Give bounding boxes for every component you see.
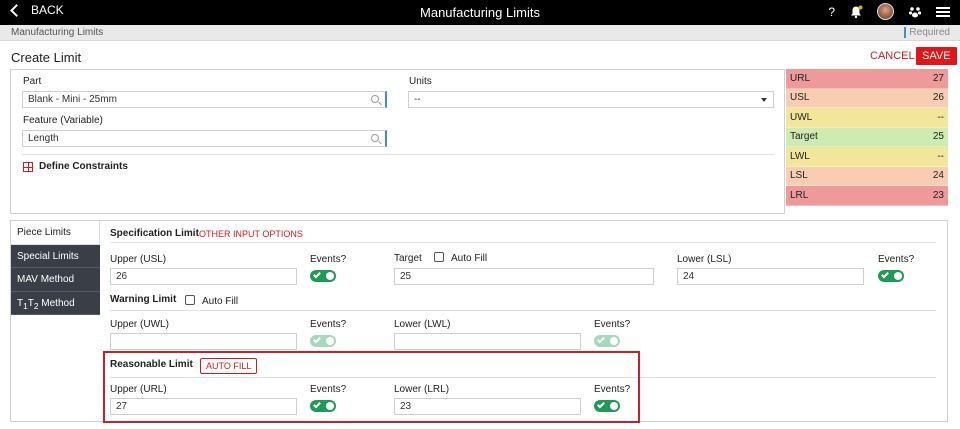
lwl-events-toggle[interactable] (594, 335, 620, 347)
limit-row-url: URL 27 (786, 69, 948, 89)
limit-value: 23 (932, 189, 944, 201)
feature-label: Feature (Variable) (23, 115, 103, 126)
search-icon[interactable] (371, 134, 379, 142)
check-icon (313, 335, 321, 344)
usl-label: Upper (USL) (110, 254, 167, 265)
limit-value: -- (937, 111, 944, 123)
limit-value: 24 (932, 170, 944, 182)
limit-value: 25 (932, 131, 944, 143)
side-item-piece-limits[interactable]: Piece Limits (11, 221, 100, 245)
breadcrumb-text: Manufacturing Limits (11, 27, 104, 38)
breadcrumb: Manufacturing Limits Required (0, 25, 960, 41)
help-icon[interactable]: ? (828, 5, 835, 19)
feature-input[interactable]: Length (22, 130, 387, 147)
target-auto-fill-checkbox[interactable] (434, 252, 444, 262)
lwl-events-label: Events? (594, 319, 631, 330)
limit-row-lwl: LWL -- (786, 147, 948, 167)
part-label: Part (23, 76, 42, 87)
units-value: -- (414, 94, 421, 105)
uwl-events-toggle[interactable] (310, 335, 336, 347)
side-item-special-limits[interactable]: Special Limits (11, 244, 100, 268)
menu-icon[interactable] (936, 6, 950, 17)
limit-value: 26 (932, 92, 944, 104)
other-input-options-link[interactable]: OTHER INPUT OPTIONS (199, 229, 303, 239)
warning-auto-fill-label: Auto Fill (202, 296, 239, 307)
lsl-events-toggle[interactable] (878, 270, 904, 282)
part-value: Blank - Mini - 25mm (28, 94, 117, 105)
chevron-down-icon (761, 98, 767, 102)
target-input[interactable]: 25 (394, 268, 654, 285)
lsl-label: Lower (LSL) (677, 254, 732, 265)
check-icon (881, 270, 889, 279)
warning-auto-fill-checkbox[interactable] (185, 295, 195, 305)
lsl-input[interactable]: 24 (677, 268, 864, 285)
limit-name: UWL (790, 111, 813, 123)
top-icons: ? (828, 3, 950, 20)
limit-name: LSL (790, 170, 808, 182)
save-button[interactable]: SAVE (916, 47, 957, 65)
spec-limit-title: Specification Limit (110, 228, 199, 239)
create-header: Create Limit CANCEL SAVE (0, 42, 960, 68)
limit-row-lsl: LSL 24 (786, 166, 948, 186)
units-select[interactable]: -- (408, 91, 774, 108)
limit-name: LWL (790, 150, 810, 162)
limit-name: URL (790, 72, 811, 84)
bell-icon[interactable] (849, 5, 863, 19)
divider (22, 154, 774, 155)
uwl-input[interactable] (110, 333, 297, 350)
limit-definition-panel: Part Blank - Mini - 25mm Units -- Featur… (10, 69, 785, 214)
cancel-button[interactable]: CANCEL (870, 50, 915, 62)
check-icon (597, 335, 605, 344)
target-auto-fill-label: Auto Fill (451, 253, 488, 264)
lsl-events-label: Events? (878, 254, 915, 265)
define-constraints[interactable]: Define Constraints (23, 161, 128, 172)
target-label: Target (394, 253, 422, 264)
page-title: Create Limit (11, 50, 82, 65)
limit-row-uwl: UWL -- (786, 108, 948, 128)
top-bar: BACK Manufacturing Limits ? (0, 0, 960, 25)
search-icon[interactable] (371, 95, 379, 103)
highlight-box (103, 351, 640, 423)
app-title: Manufacturing Limits (420, 5, 540, 20)
limits-summary: URL 27 USL 26 UWL -- Target 25 LWL -- LSL 24 LRL 23 (786, 69, 948, 206)
avatar[interactable] (877, 3, 894, 20)
side-menu: Piece Limits Special Limits MAV Method T… (11, 221, 100, 315)
lwl-label: Lower (LWL) (394, 319, 451, 330)
limit-row-lrl: LRL 23 (786, 186, 948, 206)
limit-name: Target (790, 131, 818, 143)
usl-input[interactable]: 26 (110, 268, 297, 285)
side-item-mav-method[interactable]: MAV Method (11, 268, 100, 292)
paw-icon[interactable] (908, 5, 922, 19)
uwl-events-label: Events? (310, 319, 347, 330)
check-icon (313, 270, 321, 279)
limit-row-usl: USL 26 (786, 88, 948, 108)
limit-value: -- (937, 150, 944, 162)
limit-name: USL (790, 92, 810, 104)
warning-limit-title: Warning Limit (110, 294, 177, 305)
lwl-input[interactable] (394, 333, 581, 350)
required-legend: Required (904, 27, 950, 38)
limit-name: LRL (790, 189, 809, 201)
uwl-label: Upper (UWL) (110, 319, 169, 330)
define-constraints-label: Define Constraints (39, 161, 128, 172)
usl-events-toggle[interactable] (310, 270, 336, 282)
feature-value: Length (28, 133, 59, 144)
plus-box-icon (23, 161, 33, 172)
limit-value: 27 (932, 72, 944, 84)
side-item-t1t2-method[interactable]: T1T2 Method (11, 291, 100, 315)
divider (110, 242, 936, 243)
usl-events-label: Events? (310, 254, 347, 265)
divider (110, 310, 936, 311)
limit-row-target: Target 25 (786, 127, 948, 147)
units-label: Units (409, 76, 432, 87)
part-input[interactable]: Blank - Mini - 25mm (22, 91, 387, 108)
